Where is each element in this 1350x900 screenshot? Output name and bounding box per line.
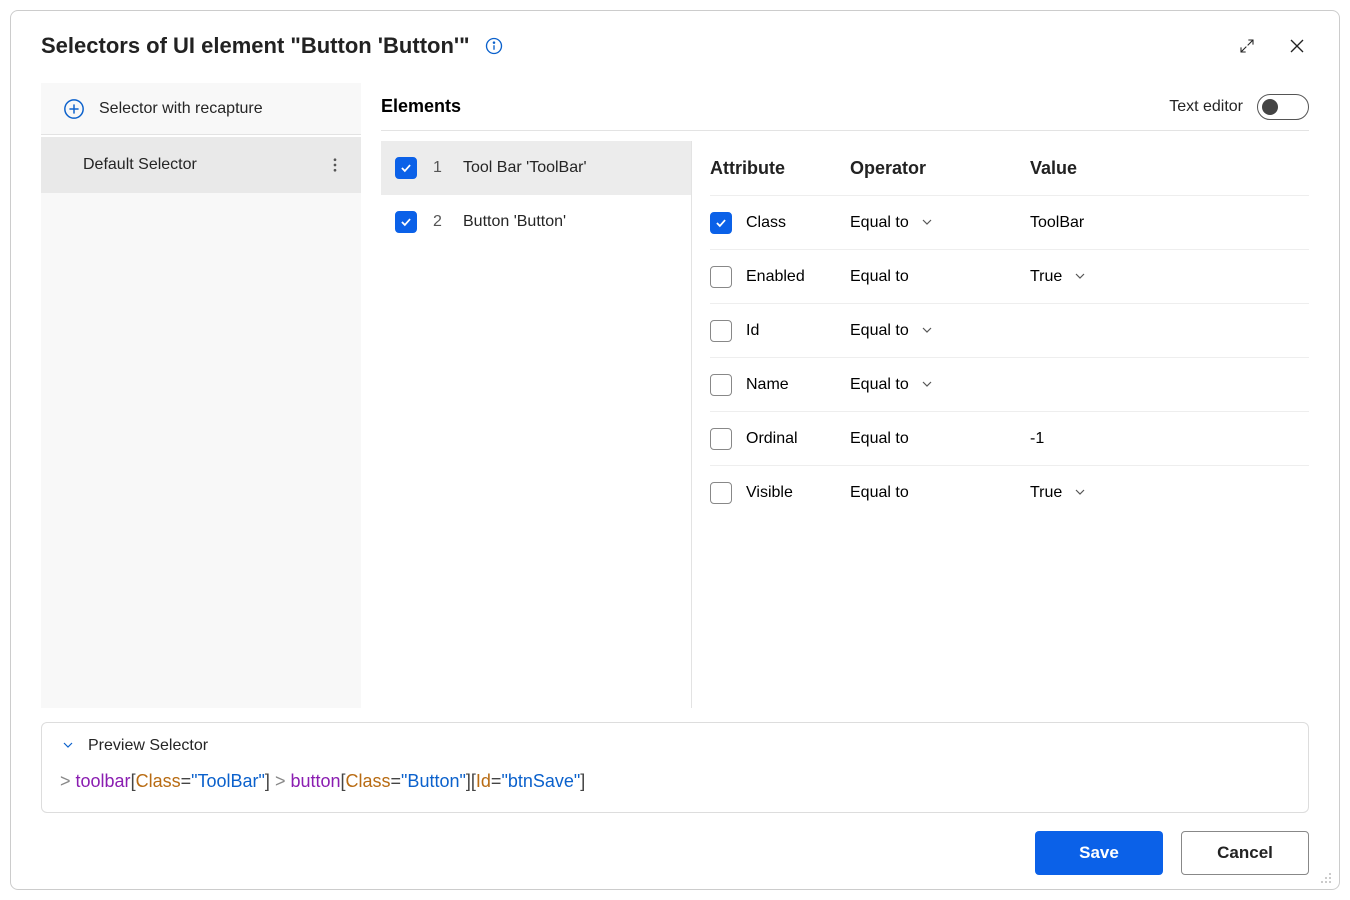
dialog-header: Selectors of UI element "Button 'Button'… [41, 33, 1309, 59]
selector-row-label: Default Selector [83, 156, 197, 174]
save-button[interactable]: Save [1035, 831, 1163, 875]
col-operator-header: Operator [850, 158, 1030, 179]
chevron-down-icon[interactable] [1072, 268, 1090, 286]
attribute-name: Name [746, 376, 789, 394]
value-text: ToolBar [1030, 214, 1084, 232]
value-select[interactable]: -1 [1030, 430, 1309, 448]
cancel-button[interactable]: Cancel [1181, 831, 1309, 875]
selector-row[interactable]: Default Selector [41, 137, 361, 193]
operator-value: Equal to [850, 484, 909, 502]
selector-token-bracket: ] [580, 771, 585, 791]
operator-select[interactable]: Equal to [850, 268, 1030, 286]
resize-grip-icon[interactable] [1319, 871, 1333, 885]
selector-dialog: Selectors of UI element "Button 'Button'… [10, 10, 1340, 890]
preview-selector-code: > toolbar[Class="ToolBar"] > button[Clas… [60, 771, 1290, 792]
value-select[interactable]: True [1030, 268, 1309, 286]
element-index: 2 [433, 213, 447, 231]
operator-select[interactable]: Equal to [850, 376, 1030, 394]
element-label: Button 'Button' [463, 213, 566, 231]
checkbox[interactable] [710, 320, 732, 342]
selector-token-tag: button [290, 771, 340, 791]
checkbox[interactable] [395, 157, 417, 179]
attribute-row: Class Equal to ToolBar [710, 195, 1309, 249]
element-row[interactable]: 1 Tool Bar 'ToolBar' [381, 141, 691, 195]
element-index: 1 [433, 159, 447, 177]
attribute-name: Enabled [746, 268, 805, 286]
attribute-name: Ordinal [746, 430, 798, 448]
value-text: True [1030, 484, 1062, 502]
preview-selector-panel: Preview Selector > toolbar[Class="ToolBa… [41, 722, 1309, 813]
text-editor-toggle[interactable] [1257, 94, 1309, 120]
checkbox[interactable] [395, 211, 417, 233]
operator-select[interactable]: Equal to [850, 484, 1030, 502]
operator-value: Equal to [850, 322, 909, 340]
dialog-title: Selectors of UI element "Button 'Button'… [41, 33, 470, 59]
chevron-down-icon[interactable] [1072, 484, 1090, 502]
col-attribute-header: Attribute [710, 158, 850, 179]
selector-token-eq: = [181, 771, 192, 791]
attribute-row: Id Equal to [710, 303, 1309, 357]
checkbox[interactable] [710, 266, 732, 288]
info-icon[interactable] [484, 36, 504, 56]
selector-token-eq: = [391, 771, 402, 791]
checkbox[interactable] [710, 482, 732, 504]
elements-list: 1 Tool Bar 'ToolBar' 2 Button 'Button' [381, 141, 691, 708]
operator-select[interactable]: Equal to [850, 214, 1030, 232]
selector-sidebar: Selector with recapture Default Selector [41, 83, 361, 708]
checkbox[interactable] [710, 428, 732, 450]
plus-circle-icon [63, 98, 85, 120]
selector-token-gt: > [270, 771, 291, 791]
value-text: -1 [1030, 430, 1044, 448]
selector-token-gt: > [60, 771, 76, 791]
operator-value: Equal to [850, 376, 909, 394]
elements-heading: Elements [381, 96, 461, 117]
text-editor-label: Text editor [1169, 98, 1243, 116]
selector-token-key: Class [136, 771, 181, 791]
attributes-panel: Attribute Operator Value Class Equal to … [691, 141, 1309, 708]
col-value-header: Value [1030, 158, 1309, 179]
checkbox[interactable] [710, 374, 732, 396]
selector-token-val: "btnSave" [501, 771, 580, 791]
selector-token-tag: toolbar [76, 771, 131, 791]
attribute-name: Id [746, 322, 759, 340]
attribute-row: Enabled Equal to True [710, 249, 1309, 303]
element-row[interactable]: 2 Button 'Button' [381, 195, 691, 249]
checkbox[interactable] [710, 212, 732, 234]
selector-token-eq: = [491, 771, 502, 791]
value-select[interactable]: True [1030, 484, 1309, 502]
selector-with-recapture-button[interactable]: Selector with recapture [41, 83, 361, 135]
more-vertical-icon[interactable] [323, 153, 347, 177]
attribute-name: Visible [746, 484, 793, 502]
operator-value: Equal to [850, 214, 909, 232]
recapture-label: Selector with recapture [99, 100, 263, 118]
chevron-down-icon[interactable] [919, 214, 937, 232]
attribute-row: Visible Equal to True [710, 465, 1309, 519]
close-icon[interactable] [1285, 34, 1309, 58]
chevron-down-icon[interactable] [919, 322, 937, 340]
preview-header-label: Preview Selector [88, 737, 208, 755]
operator-value: Equal to [850, 268, 909, 286]
operator-select[interactable]: Equal to [850, 430, 1030, 448]
element-label: Tool Bar 'ToolBar' [463, 159, 587, 177]
attribute-name: Class [746, 214, 786, 232]
attribute-row: Name Equal to [710, 357, 1309, 411]
operator-value: Equal to [850, 430, 909, 448]
selector-token-key: Class [346, 771, 391, 791]
selector-token-key: Id [476, 771, 491, 791]
chevron-down-icon[interactable] [919, 376, 937, 394]
selector-token-val: "ToolBar" [191, 771, 265, 791]
value-select[interactable]: ToolBar [1030, 214, 1309, 232]
attribute-row: Ordinal Equal to -1 [710, 411, 1309, 465]
chevron-down-icon[interactable] [60, 737, 78, 755]
selector-token-val: "Button" [401, 771, 466, 791]
operator-select[interactable]: Equal to [850, 322, 1030, 340]
expand-icon[interactable] [1235, 34, 1259, 58]
value-text: True [1030, 268, 1062, 286]
